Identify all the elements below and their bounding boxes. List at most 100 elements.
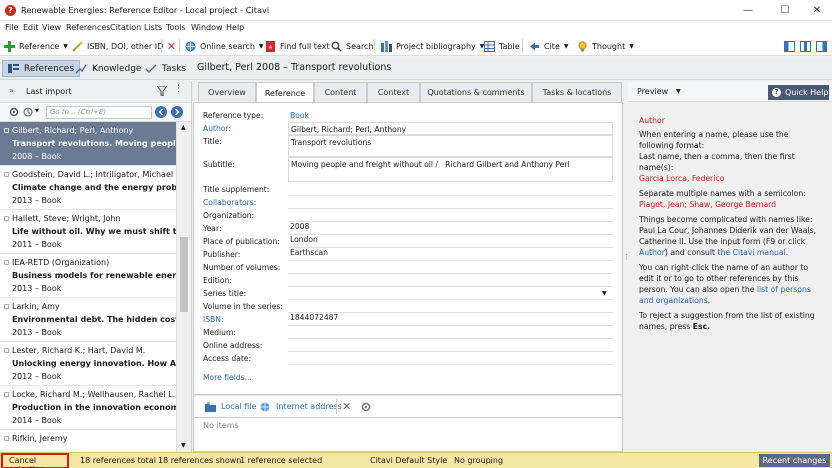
filter-icon[interactable] <box>157 86 167 96</box>
list-item[interactable]: Gilbert, Richard; Perl, Anthony Transpor… <box>0 122 176 166</box>
preview-dropdown[interactable]: Preview <box>637 87 668 96</box>
scrollbar-thumb[interactable] <box>180 237 188 312</box>
scroll-down-icon[interactable]: ▼ <box>181 442 186 449</box>
help-text: To reject a suggestion from the list of … <box>639 311 815 331</box>
tab-quotations[interactable]: Quotations & comments <box>420 82 532 102</box>
cancel-selection-button[interactable]: Cancel selection <box>1 453 69 468</box>
menu-window[interactable]: Window <box>191 23 223 32</box>
find-full-text-button[interactable]: A Find full text <box>265 39 330 53</box>
remove-attachment-icon[interactable]: ✕ <box>342 400 351 413</box>
medium-field[interactable] <box>288 326 613 339</box>
year-field[interactable]: 2008 <box>288 222 613 235</box>
citation-style[interactable]: Citavi Default Style <box>370 456 447 465</box>
place-field[interactable]: London <box>288 235 613 248</box>
list-item[interactable]: Hallett, Steve; Wright, John Life withou… <box>0 210 176 254</box>
chevron-down-icon[interactable]: ▼ <box>676 88 681 95</box>
menu-help[interactable]: Help <box>226 23 244 32</box>
volume-series-field[interactable] <box>288 300 613 313</box>
tab-overview[interactable]: Overview <box>198 82 256 102</box>
menu-references[interactable]: References <box>66 23 110 32</box>
project-bibliography-button[interactable]: Project bibliography ▼ <box>381 39 484 53</box>
delete-button[interactable]: ✕ <box>166 39 177 53</box>
goto-search-input[interactable]: Go to... (Ctrl+E) <box>46 106 152 119</box>
quick-help-button[interactable]: ? Quick Help <box>768 85 829 100</box>
series-field[interactable] <box>288 287 613 300</box>
list-item[interactable]: IEA-RETD (Organization) Business models … <box>0 254 176 298</box>
expand-icon[interactable]: » <box>9 86 14 95</box>
online-address-field[interactable] <box>288 339 613 352</box>
more-fields-link[interactable]: More fields... <box>203 373 252 382</box>
more-options-icon[interactable]: ⋮ <box>174 84 183 94</box>
chevron-down-icon[interactable]: ▼ <box>35 108 39 114</box>
checkbox-icon[interactable] <box>4 436 9 441</box>
online-search-button[interactable]: Online search ▼ <box>185 39 264 53</box>
list-item[interactable]: Larkin, Amy Environmental debt. The hidd… <box>0 298 176 342</box>
settings-icon[interactable] <box>9 107 19 117</box>
checkbox-icon[interactable] <box>4 128 9 133</box>
list-scrollbar[interactable]: ▲ ▼ <box>176 122 191 452</box>
list-item[interactable]: Locke, Richard M.; Wellhausen, Rachel L.… <box>0 386 176 430</box>
list-item[interactable]: Lester, Richard K.; Hart, David M. Unloc… <box>0 342 176 386</box>
cite-button[interactable]: Cite ▼ <box>529 39 569 53</box>
publisher-field[interactable]: Earthscan <box>288 248 613 261</box>
list-item[interactable]: Goodstein, David L.; Intriligator, Micha… <box>0 166 176 210</box>
author-help-link[interactable]: Author <box>639 248 665 257</box>
subtitle-field[interactable]: Moving people and freight without oil / … <box>288 157 613 182</box>
next-reference-button[interactable] <box>171 106 183 118</box>
tab-tasks-locations[interactable]: Tasks & locations <box>532 82 622 102</box>
menu-lists[interactable]: Lists <box>144 23 162 32</box>
add-reference-button[interactable]: Reference ▼ <box>4 39 68 53</box>
scroll-up-icon[interactable]: ▲ <box>181 124 186 131</box>
checkbox-icon[interactable] <box>4 348 9 353</box>
minimize-button[interactable]: — <box>731 0 765 21</box>
checkbox-icon[interactable] <box>4 172 9 177</box>
tab-content[interactable]: Content <box>314 82 367 102</box>
menu-tools[interactable]: Tools <box>166 23 186 32</box>
collaborators-field[interactable] <box>288 196 613 209</box>
checkbox-icon[interactable] <box>4 392 9 397</box>
title-field[interactable]: Transport revolutions <box>288 135 613 157</box>
title-supplement-field[interactable] <box>288 183 613 196</box>
menu-file[interactable]: File <box>5 23 18 32</box>
edition-field[interactable] <box>288 274 613 287</box>
list-item[interactable]: Rifkin, Jeremy <box>0 430 176 452</box>
menu-view[interactable]: View <box>42 23 61 32</box>
tab-context[interactable]: Context <box>367 82 420 102</box>
internet-address-button[interactable]: Internet address <box>276 402 342 411</box>
isbn-button[interactable]: ISBN, DOI, other ID <box>72 39 163 53</box>
local-file-button[interactable]: Local file <box>221 402 256 411</box>
citavi-manual-link[interactable]: the Citavi manual <box>718 248 786 257</box>
maximize-button[interactable]: ☐ <box>768 0 802 21</box>
layout-left-button[interactable] <box>784 39 795 53</box>
checkbox-icon[interactable] <box>4 304 9 309</box>
isbn-field[interactable]: 1844072487 <box>288 313 613 326</box>
access-date-field[interactable] <box>288 352 613 365</box>
checkbox-icon[interactable] <box>4 260 9 265</box>
checkbox-icon[interactable] <box>4 216 9 221</box>
collaborators-label-link[interactable]: Collaborators: <box>203 198 256 207</box>
grouping-status[interactable]: No grouping <box>454 456 503 465</box>
organization-field[interactable] <box>288 209 613 222</box>
author-label-link[interactable]: Author: <box>203 124 231 133</box>
tab-reference[interactable]: Reference <box>256 82 314 103</box>
author-field[interactable]: Gilbert, Richard; Perl, Anthony <box>288 122 613 135</box>
previous-reference-button[interactable] <box>155 106 167 118</box>
menu-edit[interactable]: Edit <box>23 23 39 32</box>
tab-tasks[interactable]: Tasks <box>140 60 191 77</box>
layout-middle-button[interactable] <box>800 39 811 53</box>
history-icon[interactable] <box>23 107 33 117</box>
recent-changes-button[interactable]: Recent changes <box>759 454 830 467</box>
search-button[interactable]: Search <box>331 39 373 53</box>
menu-citation[interactable]: Citation <box>110 23 141 32</box>
close-button[interactable]: ✕ <box>800 0 832 21</box>
table-button[interactable]: Table <box>484 39 520 53</box>
tab-references[interactable]: References <box>2 60 81 77</box>
thought-button[interactable]: Thought ▼ <box>577 39 634 53</box>
attachment-settings-icon[interactable] <box>361 402 371 412</box>
tab-knowledge[interactable]: Knowledge <box>70 60 146 77</box>
reference-type-link[interactable]: Book <box>290 111 309 120</box>
series-dropdown-icon[interactable]: ▼ <box>602 290 607 297</box>
isbn-label-link[interactable]: ISBN: <box>203 315 224 324</box>
volumes-field[interactable] <box>288 261 613 274</box>
layout-right-button[interactable] <box>816 39 827 53</box>
